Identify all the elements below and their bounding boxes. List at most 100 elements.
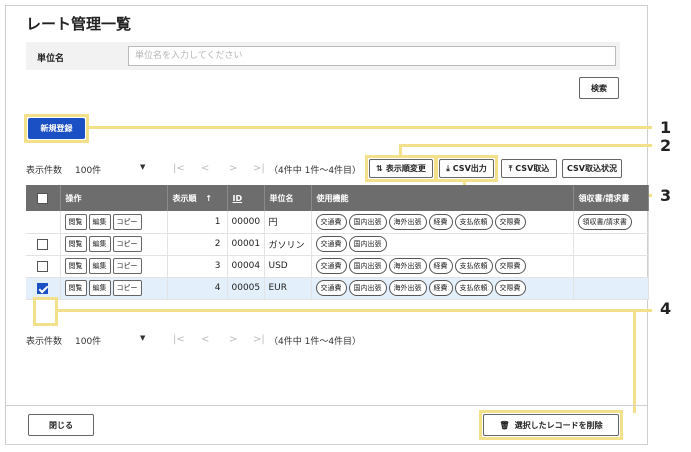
function-tag: 交通費	[315, 236, 347, 252]
row-order: 3	[167, 255, 228, 278]
row-checkbox[interactable]	[37, 238, 49, 250]
header-functions: 使用機能	[311, 185, 574, 211]
function-tag: 交通費	[315, 280, 347, 296]
last-page-icon[interactable]: >|	[253, 334, 265, 345]
function-tag: 交際費	[494, 280, 526, 296]
row-select-cell[interactable]	[26, 233, 61, 256]
csv-import-status-button[interactable]: CSV取込状況	[562, 159, 622, 178]
row-select-cell[interactable]	[26, 277, 61, 300]
function-tag: 海外出張	[388, 213, 427, 230]
select-all-checkbox[interactable]	[37, 192, 49, 204]
callout-2: 2	[660, 136, 672, 155]
search-input[interactable]	[128, 46, 616, 66]
row-unit: ガソリン	[264, 233, 312, 256]
table-header-row: 操作 表示順 ↑ ID 単位名 使用機能 領収書/請求書	[26, 185, 649, 211]
new-register-button[interactable]: 新規登録	[28, 118, 85, 139]
row-checkbox[interactable]	[37, 260, 49, 272]
header-order-label: 表示順	[172, 193, 197, 203]
row-ops: 閲覧 編集 コピー	[60, 277, 168, 300]
delete-selected-label: 選択したレコードを削除	[514, 420, 603, 430]
csv-export-button[interactable]: ⤓ CSV出力	[439, 159, 494, 178]
csv-export-label: CSV出力	[452, 164, 487, 173]
search-row: 単位名	[26, 42, 620, 70]
row-functions: 交通費 国内出張	[311, 233, 574, 256]
page-size-label: 表示件数	[26, 166, 63, 176]
view-button[interactable]: 閲覧	[64, 213, 87, 230]
search-button[interactable]: 検索	[579, 77, 619, 99]
function-tag: 交際費	[494, 258, 526, 274]
function-tag: 経費	[428, 258, 453, 274]
copy-button[interactable]: コピー	[112, 258, 142, 274]
header-select-all[interactable]	[26, 185, 61, 211]
header-receipt: 領収書/請求書	[573, 185, 649, 211]
page-info: （4件中 1件～4件目）	[269, 166, 362, 176]
row-order: 4	[167, 277, 228, 300]
view-button[interactable]: 閲覧	[64, 236, 87, 252]
row-ops: 閲覧 編集 コピー	[60, 211, 168, 234]
edit-button[interactable]: 編集	[88, 213, 111, 230]
function-tag: 支払依頼	[454, 258, 493, 274]
chevron-down-icon[interactable]: ▼	[140, 163, 145, 171]
edit-button[interactable]: 編集	[88, 280, 111, 296]
first-page-icon[interactable]: |<	[173, 334, 185, 345]
row-select-cell[interactable]	[26, 211, 61, 234]
page-size-select-bottom[interactable]: 100件	[75, 334, 101, 347]
upload-icon: ⤒	[508, 163, 513, 173]
callout-3: 3	[660, 186, 672, 205]
row-functions: 交通費 国内出張 海外出張 経費 支払依頼 交際費	[311, 277, 574, 300]
next-page-icon[interactable]: >	[229, 163, 237, 174]
function-tag: 国内出張	[348, 280, 387, 296]
view-button[interactable]: 閲覧	[64, 280, 87, 296]
sort-up-icon[interactable]: ↑	[205, 194, 212, 203]
row-ops: 閲覧 編集 コピー	[60, 233, 168, 256]
last-page-icon[interactable]: >|	[253, 163, 265, 174]
function-tag: 海外出張	[388, 280, 427, 296]
row-unit: EUR	[264, 277, 312, 300]
csv-import-button[interactable]: ⤒ CSV取込	[501, 159, 557, 178]
page-title: レート管理一覧	[26, 15, 132, 33]
function-tag: 支払依頼	[454, 280, 493, 296]
receipt-tag: 領収書/請求書	[577, 213, 632, 230]
delete-selected-button[interactable]: 🗑 選択したレコードを削除	[483, 414, 619, 436]
edit-button[interactable]: 編集	[88, 258, 111, 274]
header-unit: 単位名	[264, 185, 312, 211]
row-functions: 交通費 国内出張 海外出張 経費 支払依頼 交際費	[311, 255, 574, 278]
page-size-select[interactable]: 100件	[75, 163, 101, 176]
next-page-icon[interactable]: >	[229, 334, 237, 345]
view-button[interactable]: 閲覧	[64, 258, 87, 274]
function-tag: 国内出張	[348, 258, 387, 274]
row-receipt	[573, 233, 649, 256]
reorder-label: 表示順変更	[385, 164, 426, 173]
edit-button[interactable]: 編集	[88, 236, 111, 252]
csv-import-label: CSV取込	[515, 164, 550, 173]
header-id[interactable]: ID	[227, 185, 265, 211]
row-select-cell[interactable]	[26, 255, 61, 278]
function-tag: 交通費	[315, 258, 347, 274]
rate-table: 操作 表示順 ↑ ID 単位名 使用機能 領収書/請求書 閲覧 編集 コピー 1 000…	[26, 185, 649, 300]
copy-button[interactable]: コピー	[112, 213, 142, 230]
row-functions: 交通費 国内出張 海外出張 経費 支払依頼 交際費	[311, 211, 574, 234]
copy-button[interactable]: コピー	[112, 280, 142, 296]
row-id: 00001	[227, 233, 265, 256]
callout-4: 4	[660, 299, 672, 318]
function-tag: 国内出張	[348, 213, 387, 230]
row-unit: 円	[264, 211, 312, 234]
row-id: 00000	[227, 211, 265, 234]
close-button[interactable]: 閉じる	[28, 414, 94, 436]
prev-page-icon[interactable]: <	[201, 163, 209, 174]
header-ops: 操作	[60, 185, 168, 211]
reorder-button[interactable]: ⇅ 表示順変更	[369, 159, 433, 178]
prev-page-icon[interactable]: <	[201, 334, 209, 345]
row-checkbox[interactable]	[37, 282, 49, 294]
sort-icon: ⇅	[376, 164, 383, 173]
row-unit: USD	[264, 255, 312, 278]
function-tag: 国内出張	[348, 236, 387, 252]
table-row: 閲覧 編集 コピー 1 00000 円交通費 国内出張 海外出張 経費 支払依頼 交際費 領収書/請求…	[26, 211, 649, 234]
chevron-down-icon[interactable]: ▼	[140, 334, 145, 342]
header-order[interactable]: 表示順 ↑	[167, 185, 228, 211]
function-tag: 経費	[428, 213, 453, 230]
row-receipt	[573, 277, 649, 300]
function-tag: 経費	[428, 280, 453, 296]
copy-button[interactable]: コピー	[112, 236, 142, 252]
first-page-icon[interactable]: |<	[173, 163, 185, 174]
